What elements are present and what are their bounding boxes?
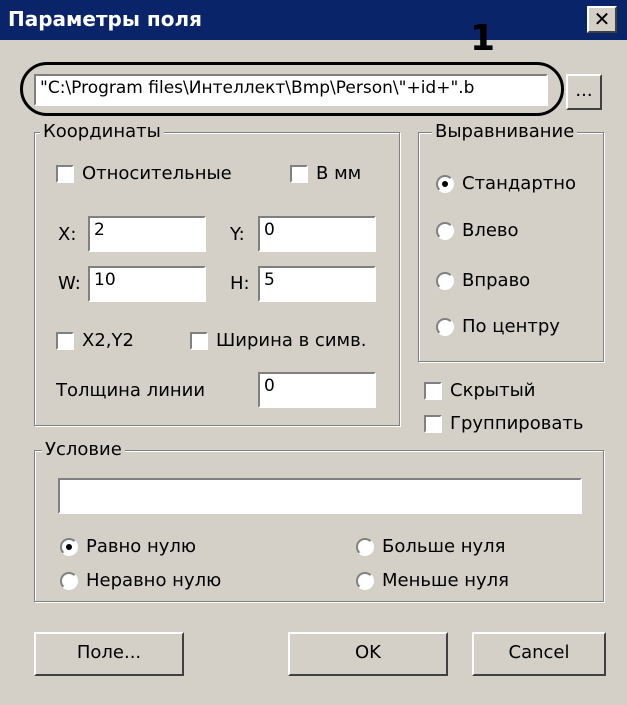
y-input[interactable]: 0 (258, 216, 376, 252)
align-standard-label: Стандартно (462, 173, 577, 194)
y-label: Y: (230, 224, 245, 245)
radio-dot (60, 537, 78, 556)
checkbox-box (424, 414, 442, 433)
grouping-checkbox[interactable]: Группировать (424, 413, 583, 434)
condition-input[interactable] (58, 478, 582, 514)
x2y2-checkbox[interactable]: X2,Y2 (56, 330, 134, 351)
equal-zero-radio[interactable]: Равно нулю (60, 536, 196, 557)
checkbox-box (56, 164, 74, 183)
checkbox-box (190, 331, 208, 350)
align-left-label: Влево (462, 220, 519, 241)
hidden-label: Скрытый (450, 380, 536, 401)
radio-dot (356, 537, 374, 556)
greater-zero-radio[interactable]: Больше нуля (356, 536, 506, 557)
checkbox-box (424, 381, 442, 400)
browse-button[interactable]: ... (566, 74, 602, 110)
align-group-label: Выравнивание (432, 121, 578, 142)
relative-label: Относительные (82, 163, 232, 184)
radio-dot (60, 571, 78, 590)
align-right-label: Вправо (462, 270, 531, 291)
title-bar: Параметры поля ✕ (0, 0, 627, 40)
w-input[interactable]: 10 (88, 266, 206, 302)
radio-dot (436, 317, 454, 336)
cancel-button[interactable]: Cancel (472, 632, 606, 676)
annotation-number: 1 (470, 18, 496, 59)
w-label: W: (58, 273, 81, 294)
align-standard-radio[interactable]: Стандартно (436, 173, 576, 194)
less-zero-radio[interactable]: Меньше нуля (356, 570, 509, 591)
width-chars-checkbox[interactable]: Ширина в симв. (190, 330, 366, 351)
align-center-radio[interactable]: По центру (436, 316, 560, 337)
checkbox-box (290, 164, 308, 183)
in-mm-label: В мм (316, 163, 362, 184)
close-button[interactable]: ✕ (587, 6, 617, 33)
condition-group-label: Условие (42, 439, 125, 460)
align-right-radio[interactable]: Вправо (436, 270, 530, 291)
radio-dot (436, 221, 454, 240)
equal-zero-label: Равно нулю (86, 536, 197, 557)
not-equal-zero-label: Неравно нулю (86, 570, 222, 591)
close-icon: ✕ (593, 7, 611, 31)
h-label: H: (230, 273, 250, 294)
field-button[interactable]: Поле... (34, 632, 184, 676)
greater-zero-label: Больше нуля (382, 536, 506, 557)
h-input[interactable]: 5 (258, 266, 376, 302)
radio-dot (356, 571, 374, 590)
grouping-label: Группировать (450, 413, 584, 434)
coords-group-label: Координаты (40, 121, 164, 142)
line-thickness-input[interactable]: 0 (258, 372, 376, 408)
ok-button[interactable]: OK (288, 632, 448, 676)
x2y2-label: X2,Y2 (82, 330, 134, 351)
radio-dot (436, 174, 454, 193)
align-left-radio[interactable]: Влево (436, 220, 519, 241)
align-center-label: По центру (462, 316, 560, 337)
less-zero-label: Меньше нуля (382, 570, 510, 591)
path-input[interactable]: "C:\Program files\Интеллект\Bmp\Person\"… (34, 74, 548, 106)
line-thickness-label: Толщина линии (56, 380, 206, 401)
radio-dot (436, 271, 454, 290)
in-mm-checkbox[interactable]: В мм (290, 163, 361, 184)
window-title: Параметры поля (8, 7, 202, 31)
checkbox-box (56, 331, 74, 350)
hidden-checkbox[interactable]: Скрытый (424, 380, 535, 401)
relative-checkbox[interactable]: Относительные (56, 163, 232, 184)
x-input[interactable]: 2 (88, 216, 206, 252)
not-equal-zero-radio[interactable]: Неравно нулю (60, 570, 221, 591)
x-label: X: (58, 224, 77, 245)
width-chars-label: Ширина в симв. (216, 330, 367, 351)
